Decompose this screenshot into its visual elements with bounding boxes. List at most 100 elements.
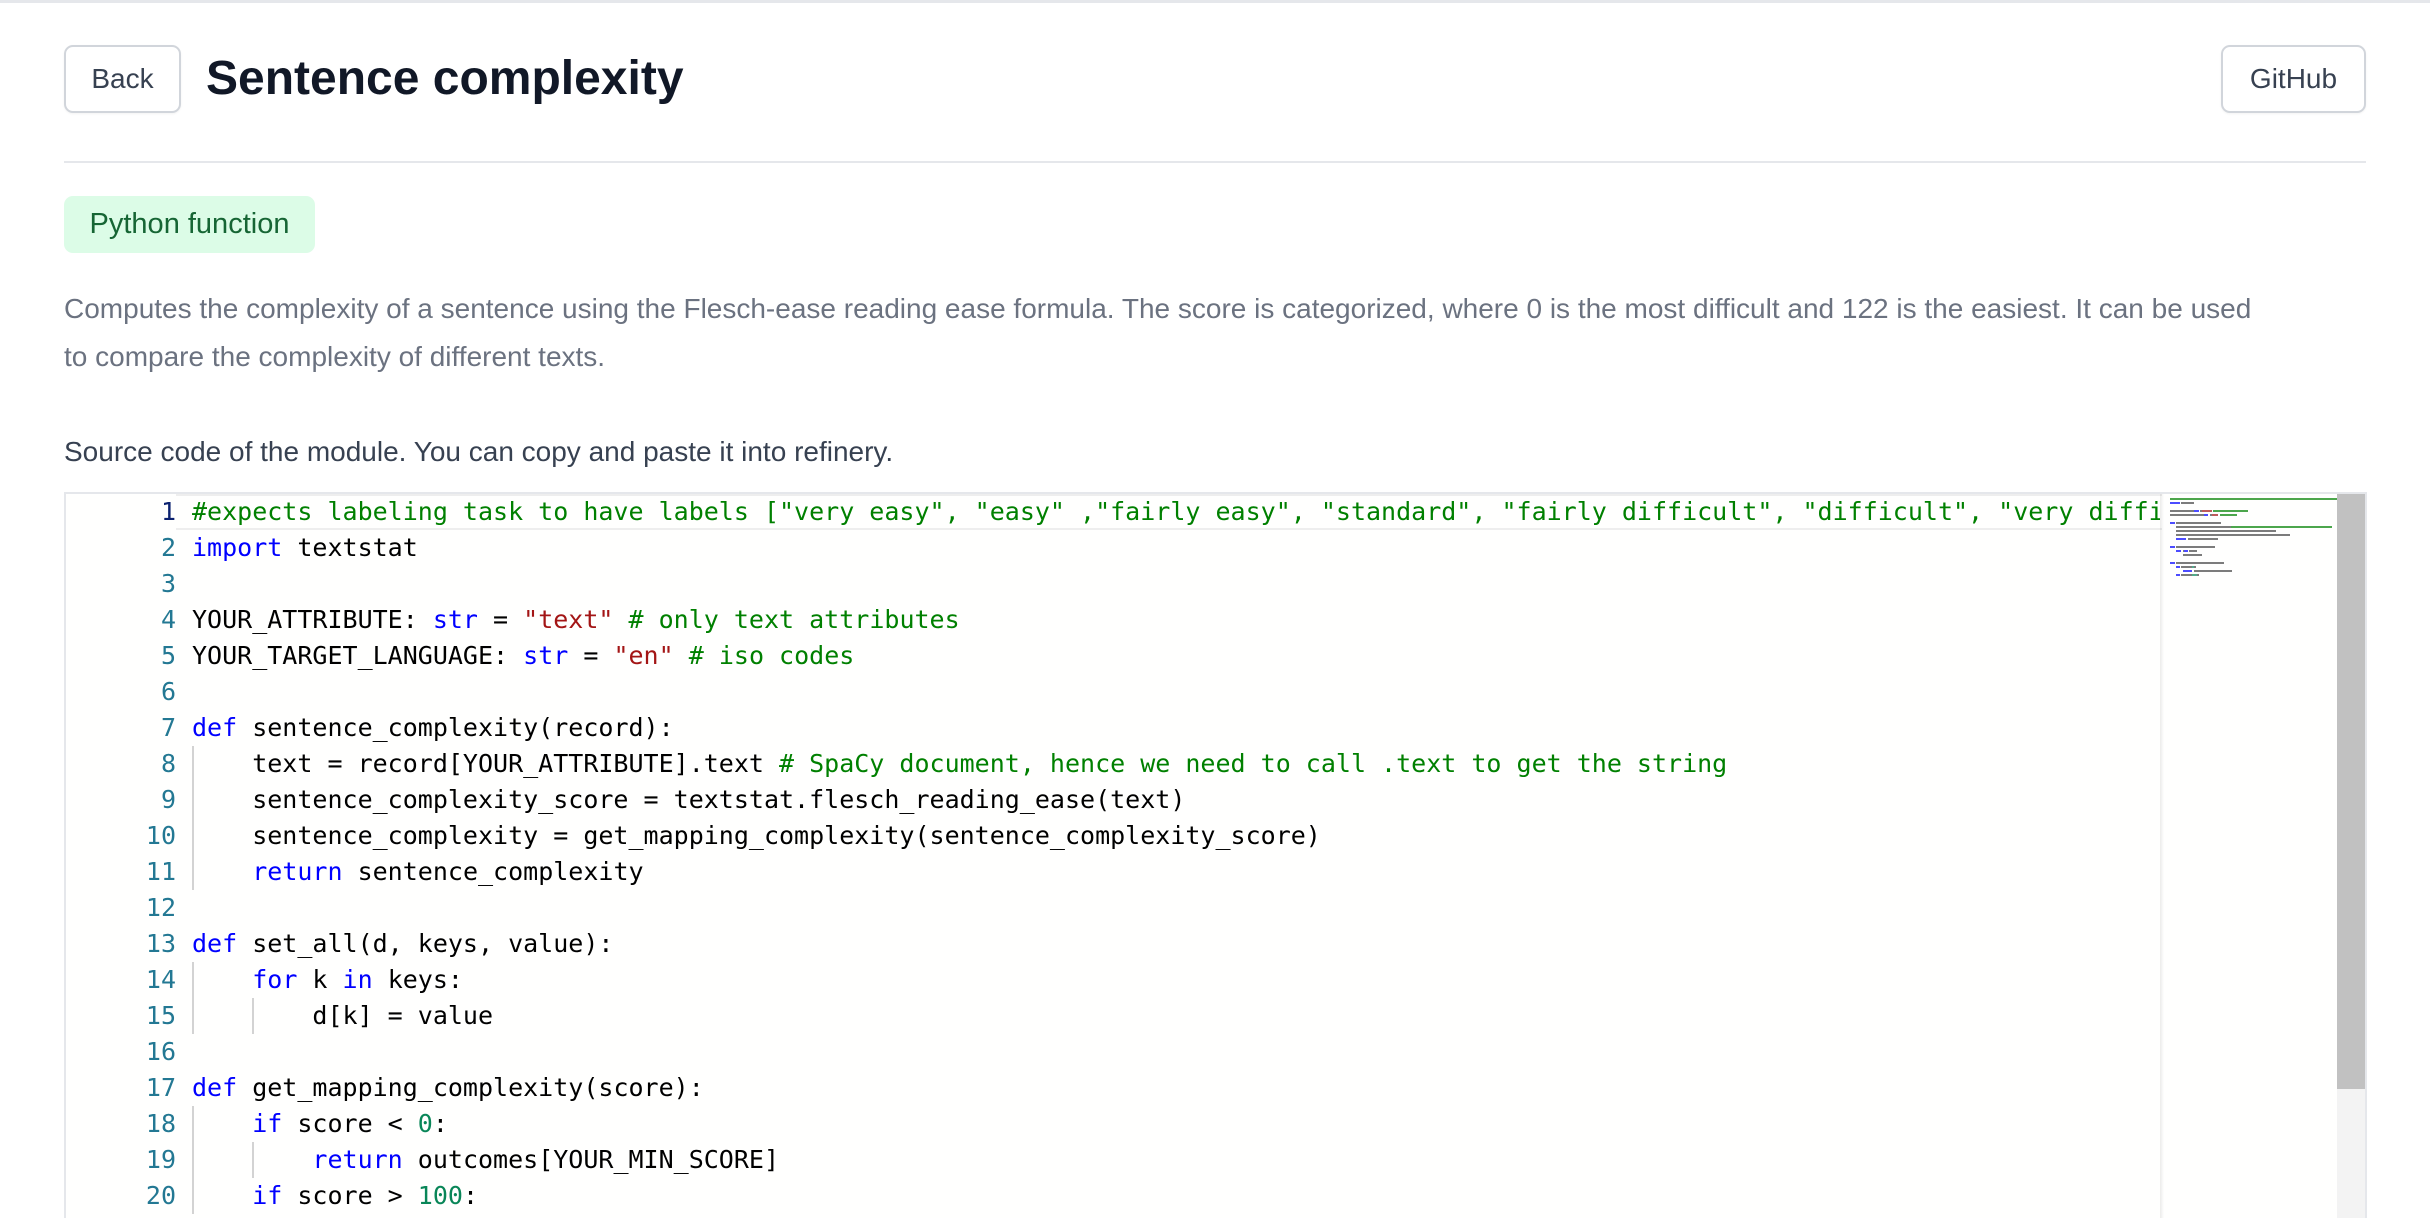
line-number: 10 [145, 821, 176, 850]
line-number: 13 [145, 929, 176, 958]
minimap-segment [2176, 574, 2180, 576]
scrollbar-thumb[interactable] [2337, 494, 2365, 1089]
code-line: text = record[YOUR_ATTRIBUTE].text # Spa… [192, 746, 1727, 782]
minimap-segment [2211, 514, 2218, 516]
code-token: str [432, 605, 478, 634]
line-number: 5 [160, 641, 176, 670]
line-number: 19 [145, 1145, 176, 1174]
code-line: if score < 0: [192, 1106, 448, 1142]
github-button[interactable]: GitHub [2221, 45, 2366, 113]
indent-guide [192, 1178, 194, 1214]
code-token: d[k] = value [192, 1001, 494, 1030]
line-number: 8 [160, 749, 176, 778]
code-token: in [342, 965, 373, 994]
minimap-segment [2194, 570, 2233, 572]
code-line: YOUR_TARGET_LANGUAGE: str = "en" # iso c… [192, 638, 854, 674]
code-token: keys: [372, 965, 463, 994]
code-token: 100 [417, 1181, 463, 1210]
minimap-segment [2213, 510, 2249, 512]
code-token: str [523, 641, 569, 670]
indent-guide [252, 998, 255, 1034]
minimap-segment [2170, 522, 2175, 524]
code-token: 0 [417, 1109, 433, 1138]
code-line: YOUR_ATTRIBUTE: str = "text" # only text… [192, 602, 960, 638]
module-description: Computes the complexity of a sentence us… [64, 285, 2366, 381]
indent-guide [192, 782, 194, 818]
indent-guide [192, 1106, 194, 1142]
code-line: def get_mapping_complexity(score): [192, 1070, 704, 1106]
code-token: : [432, 1109, 448, 1138]
code-token: sentence_complexity [342, 857, 644, 886]
indent-guide [192, 746, 194, 782]
line-number: 16 [145, 1037, 176, 1066]
minimap-segment [2194, 510, 2199, 512]
source-code-label: Source code of the module. You can copy … [64, 436, 894, 467]
code-line: d[k] = value [192, 998, 493, 1034]
code-token: for [252, 965, 298, 994]
code-token: return [252, 857, 343, 886]
code-token: sentence_complexity_score = textstat.fle… [192, 785, 1186, 814]
indent-guide [192, 998, 194, 1034]
header-divider [64, 161, 2366, 163]
minimap-segment [2170, 546, 2175, 548]
code-line: #expects labeling task to have labels ["… [192, 494, 2160, 530]
minimap-segment [2182, 554, 2202, 556]
type-badge: Python function [64, 196, 315, 253]
minimap-segment [2176, 538, 2186, 540]
code-line: def set_all(d, keys, value): [192, 926, 613, 962]
minimap-segment [2176, 550, 2182, 552]
line-number: 4 [160, 605, 176, 634]
page-header: Back Sentence complexity GitHub [64, 45, 2366, 115]
code-token: score < [282, 1109, 418, 1138]
code-token: "en" [613, 641, 674, 670]
page-title: Sentence complexity [206, 52, 684, 105]
minimap-segment [2194, 566, 2196, 568]
line-number: 3 [160, 569, 176, 598]
code-token: "text" [523, 605, 614, 634]
line-number: 2 [160, 533, 176, 562]
line-number: 17 [145, 1073, 176, 1102]
code-token: k [297, 965, 343, 994]
line-number-gutter: 1 2 3 4 5 6 7 8 9 10 11 12 13 14 15 16 17 18 19 20 [66, 494, 176, 1218]
vertical-scrollbar[interactable] [2337, 494, 2365, 1218]
minimap-segment [2181, 574, 2193, 576]
code-token: set_all(d, keys, value): [237, 929, 614, 958]
code-token: = [568, 641, 614, 670]
minimap-segment [2219, 514, 2238, 516]
code-content[interactable]: #expects labeling task to have labels ["… [192, 494, 2160, 1218]
minimap-segment [2170, 502, 2180, 504]
code-token: outcomes[YOUR_MIN_SCORE] [402, 1145, 780, 1174]
code-token: def [192, 929, 238, 958]
minimap-segment [2176, 566, 2180, 568]
code-line: sentence_complexity_score = textstat.fle… [192, 782, 1185, 818]
code-token: : [462, 1181, 479, 1210]
code-line: if score > 100: [192, 1178, 478, 1214]
code-token: YOUR_ATTRIBUTE: [192, 605, 433, 634]
code-line: return sentence_complexity [192, 854, 644, 890]
line-number: 9 [160, 785, 176, 814]
code-token: sentence_complexity = get_mapping_comple… [192, 821, 1321, 850]
code-editor[interactable]: 1 2 3 4 5 6 7 8 9 10 11 12 13 14 15 16 17 18 19 20 #expects… [64, 492, 2367, 1218]
code-token: get_mapping_complexity(score): [237, 1073, 704, 1102]
code-token: return [312, 1145, 403, 1174]
minimap-segment [2170, 510, 2194, 512]
code-line: for k in keys: [192, 962, 463, 998]
code-line: def sentence_complexity(record): [192, 710, 674, 746]
back-button[interactable]: Back [64, 45, 181, 113]
minimap-segment [2202, 510, 2212, 512]
minimap-segment [2181, 566, 2193, 568]
line-number: 12 [145, 893, 176, 922]
minimap-segment [2203, 514, 2209, 516]
code-token: textstat [282, 533, 418, 562]
minimap-segment [2176, 534, 2290, 536]
line-number: 18 [145, 1109, 176, 1138]
code-token: # SpaCy document, hence we need to call … [779, 749, 1728, 778]
minimap-segment [2176, 522, 2222, 524]
code-token: import [192, 533, 283, 562]
line-number: 1 [160, 497, 176, 526]
